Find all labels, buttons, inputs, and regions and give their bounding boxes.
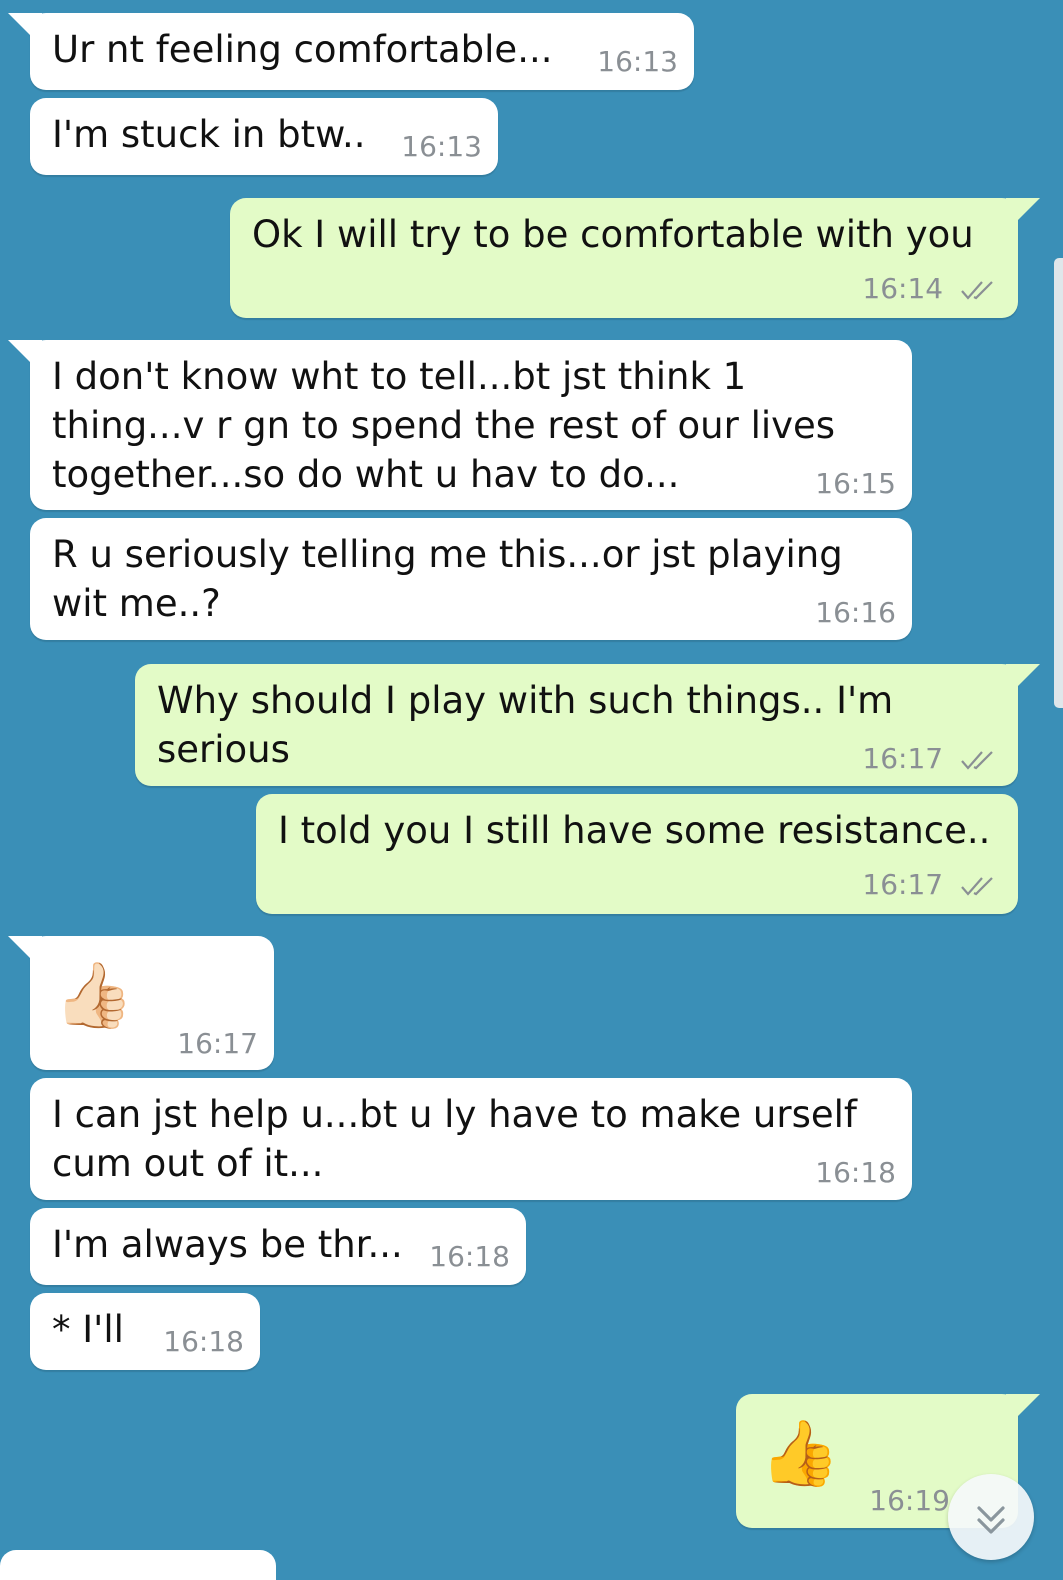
message-text: I can jst help u...bt u ly have to make … xyxy=(52,1093,857,1185)
message-time-text: 16:17 xyxy=(862,868,944,901)
message-incoming[interactable]: I don't know wht to tell...bt jst think … xyxy=(8,340,912,510)
message-outgoing[interactable]: Why should I play with such things.. I'm… xyxy=(135,664,1040,786)
message-time: 16:18 xyxy=(815,1156,896,1189)
message-time: 16:17 xyxy=(177,1027,258,1060)
double-check-icon xyxy=(961,751,993,770)
double-check-icon xyxy=(961,281,993,300)
message-outgoing[interactable]: Ok I will try to be comfortable with you… xyxy=(230,198,1040,318)
message-time: 16:17 xyxy=(862,744,998,774)
message-text: Ok I will try to be comfortable with you xyxy=(252,213,974,256)
message-incoming[interactable]: R u seriously telling me this...or jst p… xyxy=(30,518,912,640)
message-incoming[interactable]: * I'll 16:18 xyxy=(30,1293,260,1370)
scrollbar[interactable] xyxy=(1054,258,1063,708)
message-text: I told you I still have some resistance.… xyxy=(278,809,991,852)
message-time-text: 16:17 xyxy=(862,742,944,775)
thumbs-up-icon: 👍🏻 xyxy=(54,959,134,1033)
message-text: R u seriously telling me this...or jst p… xyxy=(52,533,843,625)
message-time: 16:15 xyxy=(815,467,896,500)
message-time: 16:13 xyxy=(401,130,482,163)
message-time-text: 16:14 xyxy=(862,272,944,305)
message-text: I don't know wht to tell...bt jst think … xyxy=(52,355,836,496)
scroll-to-bottom-button[interactable] xyxy=(948,1474,1034,1560)
message-time: 16:19 xyxy=(869,1484,950,1517)
message-incoming[interactable]: Ur nt feeling comfortable... 16:13 xyxy=(8,13,694,90)
message-incoming[interactable]: I'm stuck in btw.. 16:13 xyxy=(30,98,498,175)
message-incoming[interactable]: I'm always be thr... 16:18 xyxy=(30,1208,526,1285)
message-time: 16:13 xyxy=(597,45,678,78)
chevron-double-down-icon xyxy=(977,1506,1005,1534)
message-time: 16:16 xyxy=(815,596,896,629)
double-check-icon xyxy=(961,877,993,896)
message-text: Ur nt feeling comfortable... xyxy=(52,28,553,71)
message-incoming[interactable]: I can jst help u...bt u ly have to make … xyxy=(30,1078,912,1200)
message-time: 16:18 xyxy=(429,1240,510,1273)
message-incoming-emoji[interactable]: 👍🏻 16:17 xyxy=(8,936,274,1070)
message-time: 16:14 xyxy=(862,274,998,304)
message-time: 16:17 xyxy=(862,870,998,900)
message-incoming-partial[interactable] xyxy=(0,1550,276,1580)
message-outgoing[interactable]: I told you I still have some resistance.… xyxy=(256,794,1018,914)
message-time: 16:18 xyxy=(163,1325,244,1358)
thumbs-up-icon: 👍 xyxy=(760,1417,840,1491)
